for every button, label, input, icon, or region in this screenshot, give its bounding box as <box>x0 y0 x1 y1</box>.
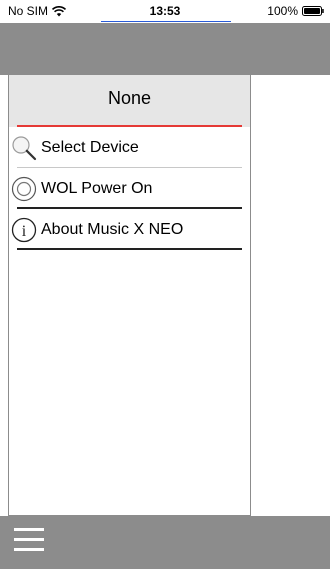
side-menu: None Select Device WOL Power On i About … <box>8 75 251 516</box>
status-battery-group: 100% <box>267 4 324 18</box>
info-icon: i <box>11 217 37 242</box>
menu-item-label: About Music X NEO <box>41 220 184 238</box>
status-accent-line <box>101 21 231 22</box>
power-circle-icon <box>11 176 37 201</box>
hamburger-menu-icon[interactable] <box>14 528 44 556</box>
status-bar: No SIM 13:53 100% <box>0 0 330 23</box>
menu-item-select-device[interactable]: Select Device <box>9 127 250 168</box>
battery-icon <box>302 6 324 16</box>
menu-header: None <box>9 75 250 127</box>
menu-item-label: WOL Power On <box>41 179 153 197</box>
search-icon <box>12 135 37 160</box>
battery-percent: 100% <box>267 4 298 18</box>
svg-text:i: i <box>22 223 27 240</box>
menu-item-about[interactable]: i About Music X NEO <box>9 209 250 250</box>
main-content-area[interactable] <box>251 75 330 518</box>
device-name-title: None <box>107 88 152 108</box>
menu-item-wol-power-on[interactable]: WOL Power On <box>9 168 250 209</box>
menu-item-label: Select Device <box>41 138 139 156</box>
bottom-toolbar <box>0 516 330 569</box>
nav-bar <box>0 23 330 75</box>
menu-divider <box>17 248 242 250</box>
